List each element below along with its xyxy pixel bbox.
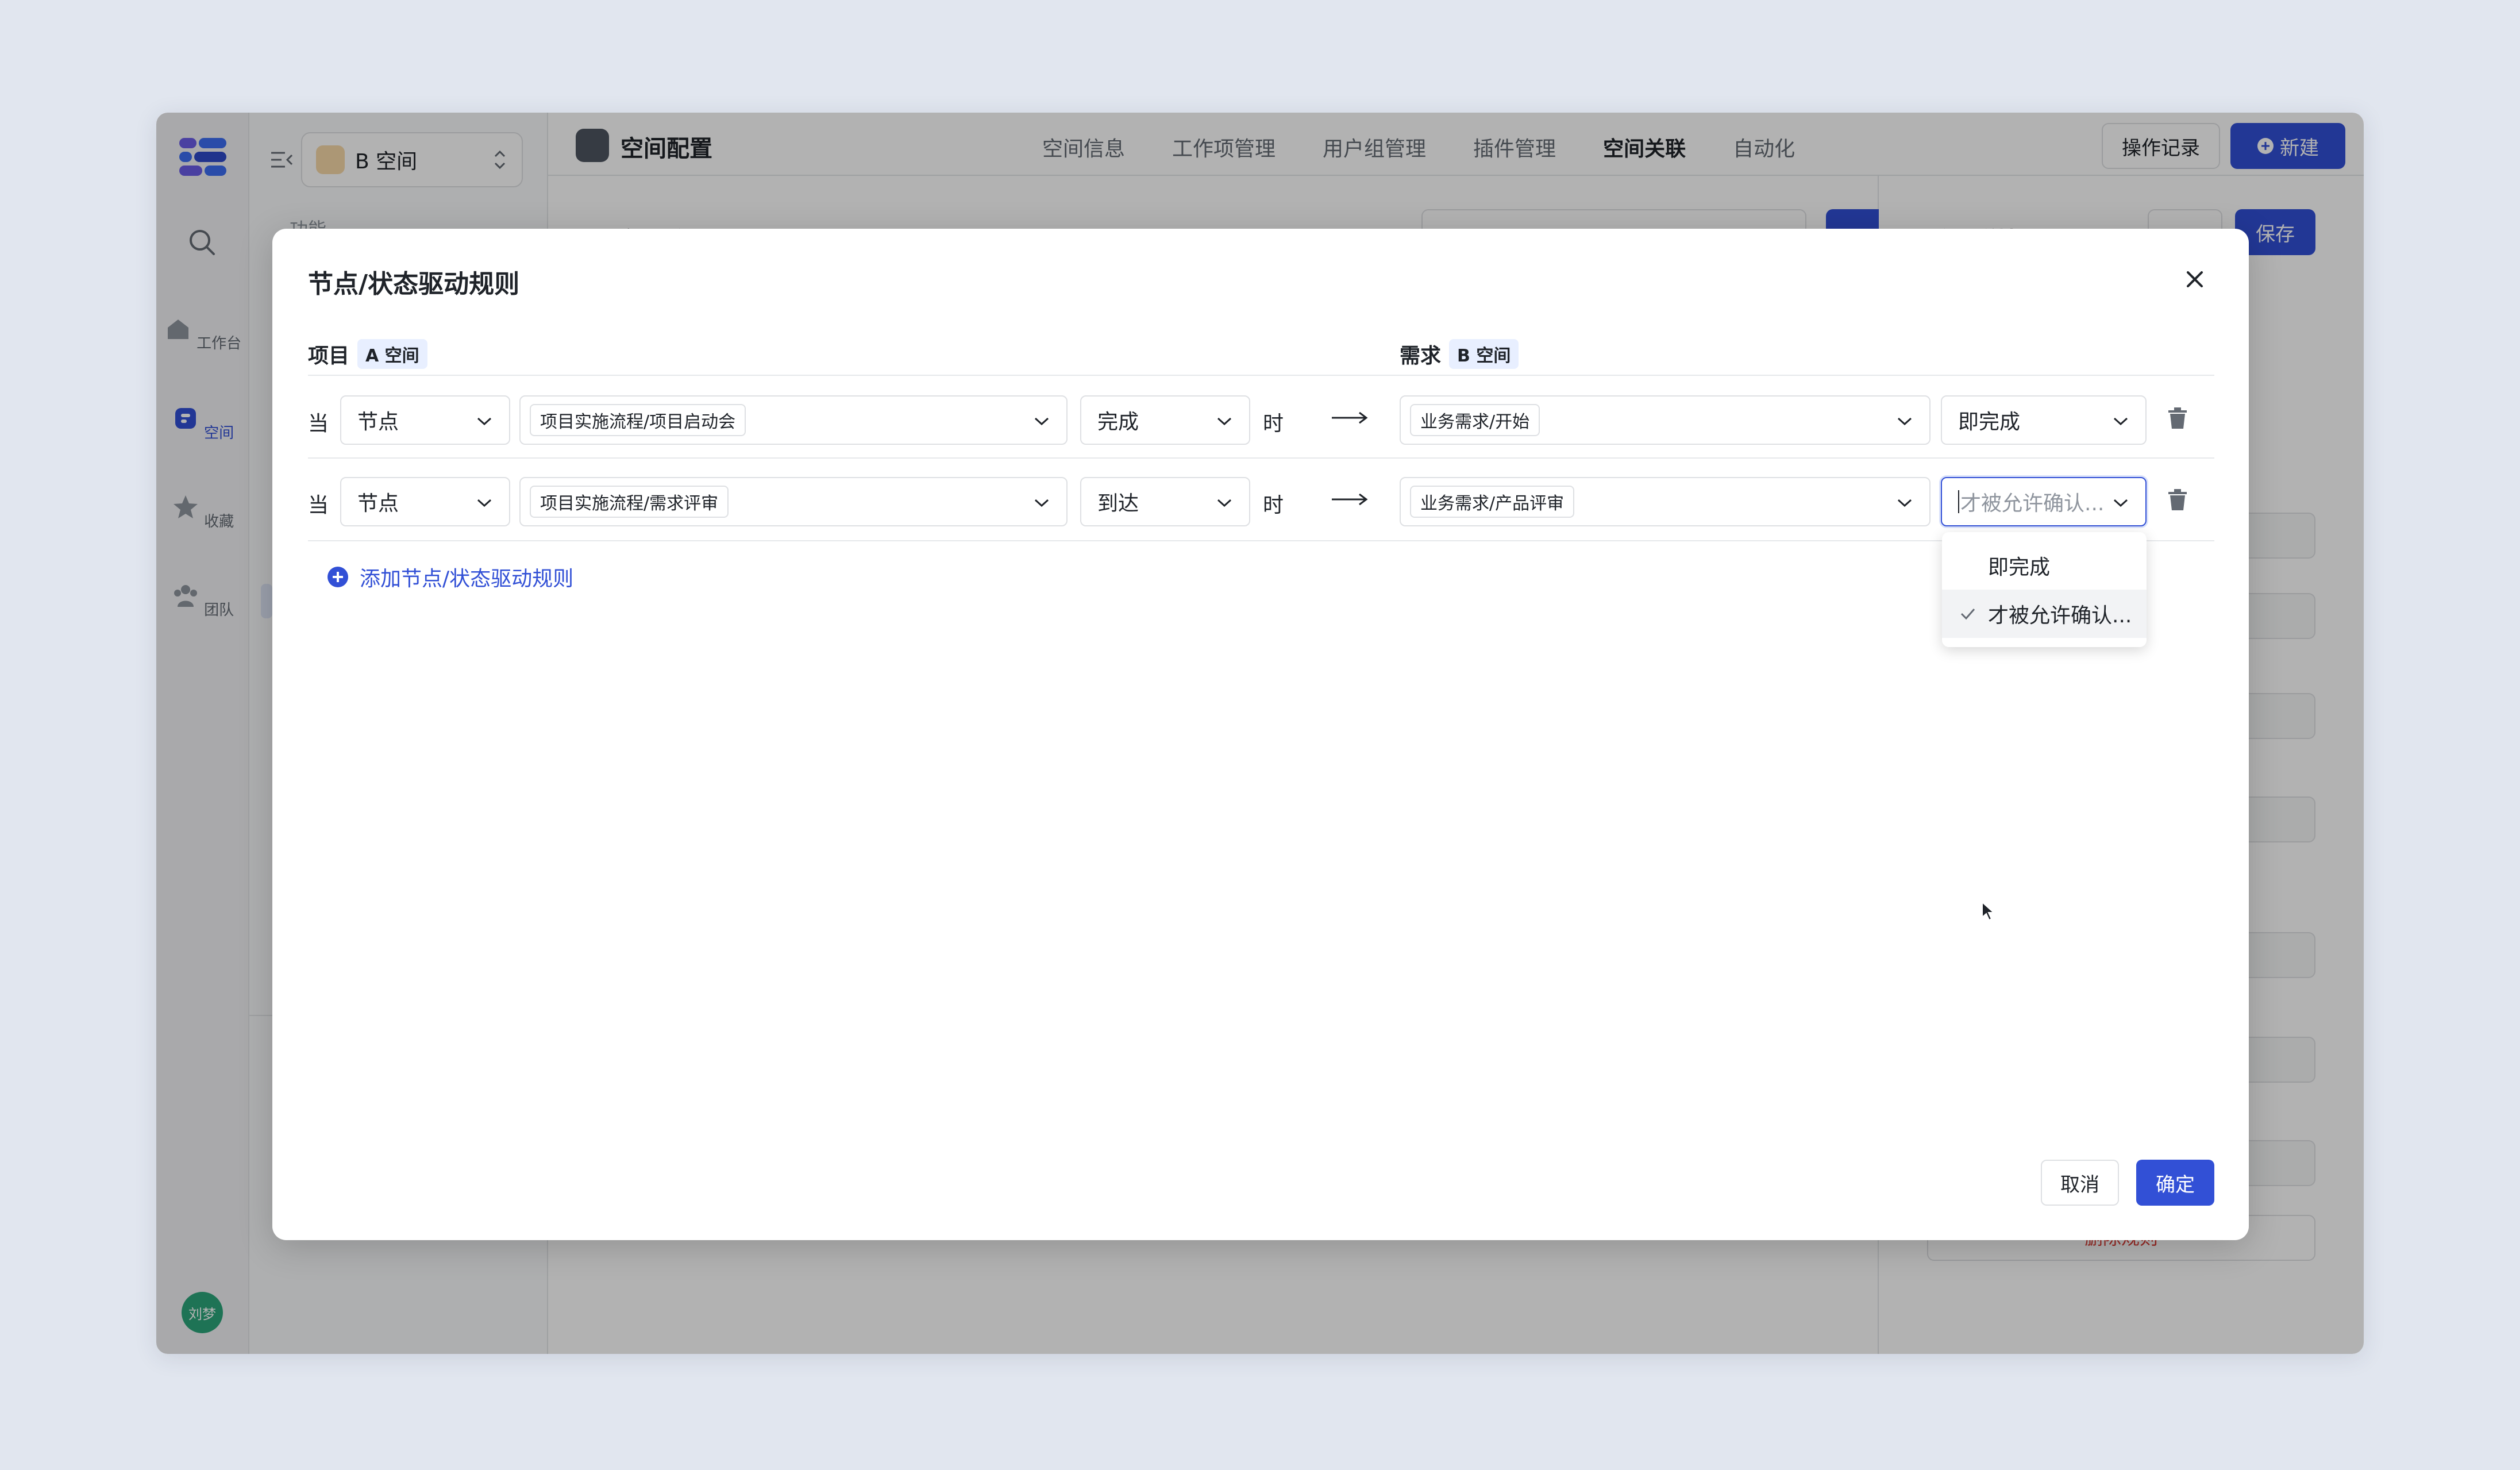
modal-title: 节点/状态驱动规则 xyxy=(308,270,520,299)
source-node-select[interactable]: 项目实施流程/项目启动会 xyxy=(519,395,1068,445)
chevron-down-icon xyxy=(1217,499,1232,507)
type-select-value: 节点 xyxy=(357,410,399,434)
rule-row: 当 节点 项目实施流程/需求评审 到达 时 业务需求/产品评审 才被允许确认..… xyxy=(308,475,2214,530)
action-select-placeholder: 才被允许确认... xyxy=(1960,492,2105,515)
text-caret xyxy=(1958,490,1959,513)
target-node-chip: 业务需求/产品评审 xyxy=(1410,486,1575,518)
plus-circle-icon xyxy=(327,567,348,587)
chevron-down-icon xyxy=(2113,499,2128,507)
action-dropdown-menu: 即完成 才被允许确认... xyxy=(1942,532,2147,647)
target-node-select[interactable]: 业务需求/产品评审 xyxy=(1400,477,1931,526)
column-label: 需求 xyxy=(1400,344,1442,368)
requirement-column-header: 需求 B 空间 xyxy=(1400,339,1519,369)
rule-modal: 节点/状态驱动规则 项目 A 空间 需求 B 空间 当 节点 项目实施流程/项目… xyxy=(272,229,2249,1240)
action-select[interactable]: 即完成 xyxy=(1941,395,2147,445)
modal-confirm-button[interactable]: 确定 xyxy=(2136,1160,2214,1206)
rule-row: 当 节点 项目实施流程/项目启动会 完成 时 业务需求/开始 即完成 xyxy=(308,393,2214,448)
when-label: 当 xyxy=(308,412,329,436)
action-select[interactable]: 才被允许确认... xyxy=(1941,477,2147,526)
target-node-chip: 业务需求/开始 xyxy=(1410,404,1540,436)
column-label: 项目 xyxy=(308,344,350,368)
shi-label: 时 xyxy=(1263,494,1284,517)
row-divider xyxy=(308,540,2214,541)
row-divider xyxy=(308,457,2214,459)
option-label: 才被允许确认... xyxy=(1988,604,2132,628)
target-node-select[interactable]: 业务需求/开始 xyxy=(1400,395,1931,445)
close-icon[interactable] xyxy=(2183,268,2206,291)
add-rule-label: 添加节点/状态驱动规则 xyxy=(360,567,574,591)
space-tag: B 空间 xyxy=(1449,339,1519,369)
dropdown-option-allow-confirm[interactable]: 才被允许确认... xyxy=(1942,590,2147,638)
project-column-header: 项目 A 空间 xyxy=(308,339,427,369)
arrow-right-icon xyxy=(1332,493,1368,506)
event-select[interactable]: 完成 xyxy=(1080,395,1250,445)
source-node-select[interactable]: 项目实施流程/需求评审 xyxy=(519,477,1068,526)
add-rule-button[interactable]: 添加节点/状态驱动规则 xyxy=(326,562,573,592)
event-select[interactable]: 到达 xyxy=(1080,477,1250,526)
chevron-down-icon xyxy=(1897,499,1912,507)
arrow-right-icon xyxy=(1332,411,1368,424)
source-node-chip: 项目实施流程/需求评审 xyxy=(530,486,729,518)
option-label: 即完成 xyxy=(1988,556,2051,579)
modal-cancel-button[interactable]: 取消 xyxy=(2041,1160,2119,1206)
chevron-down-icon xyxy=(1034,499,1049,507)
type-select-value: 节点 xyxy=(357,492,399,515)
trash-icon[interactable] xyxy=(2167,488,2188,511)
header-divider xyxy=(308,375,2214,376)
chevron-down-icon xyxy=(477,417,492,426)
chevron-down-icon xyxy=(477,499,492,507)
space-tag: A 空间 xyxy=(357,339,427,369)
dropdown-option-immediately-complete[interactable]: 即完成 xyxy=(1942,541,2147,590)
type-select[interactable]: 节点 xyxy=(340,395,510,445)
action-select-value: 即完成 xyxy=(1958,410,2021,434)
chevron-down-icon xyxy=(1217,417,1232,426)
trash-icon[interactable] xyxy=(2167,407,2188,430)
when-label: 当 xyxy=(308,494,329,517)
shi-label: 时 xyxy=(1263,412,1284,436)
chevron-down-icon xyxy=(1034,417,1049,426)
chevron-down-icon xyxy=(2113,417,2128,426)
event-select-value: 完成 xyxy=(1097,410,1139,434)
event-select-value: 到达 xyxy=(1097,492,1139,515)
type-select[interactable]: 节点 xyxy=(340,477,510,526)
source-node-chip: 项目实施流程/项目启动会 xyxy=(530,404,746,436)
chevron-down-icon xyxy=(1897,417,1912,426)
check-icon xyxy=(1960,609,1975,620)
mouse-cursor-icon xyxy=(1982,901,1995,921)
